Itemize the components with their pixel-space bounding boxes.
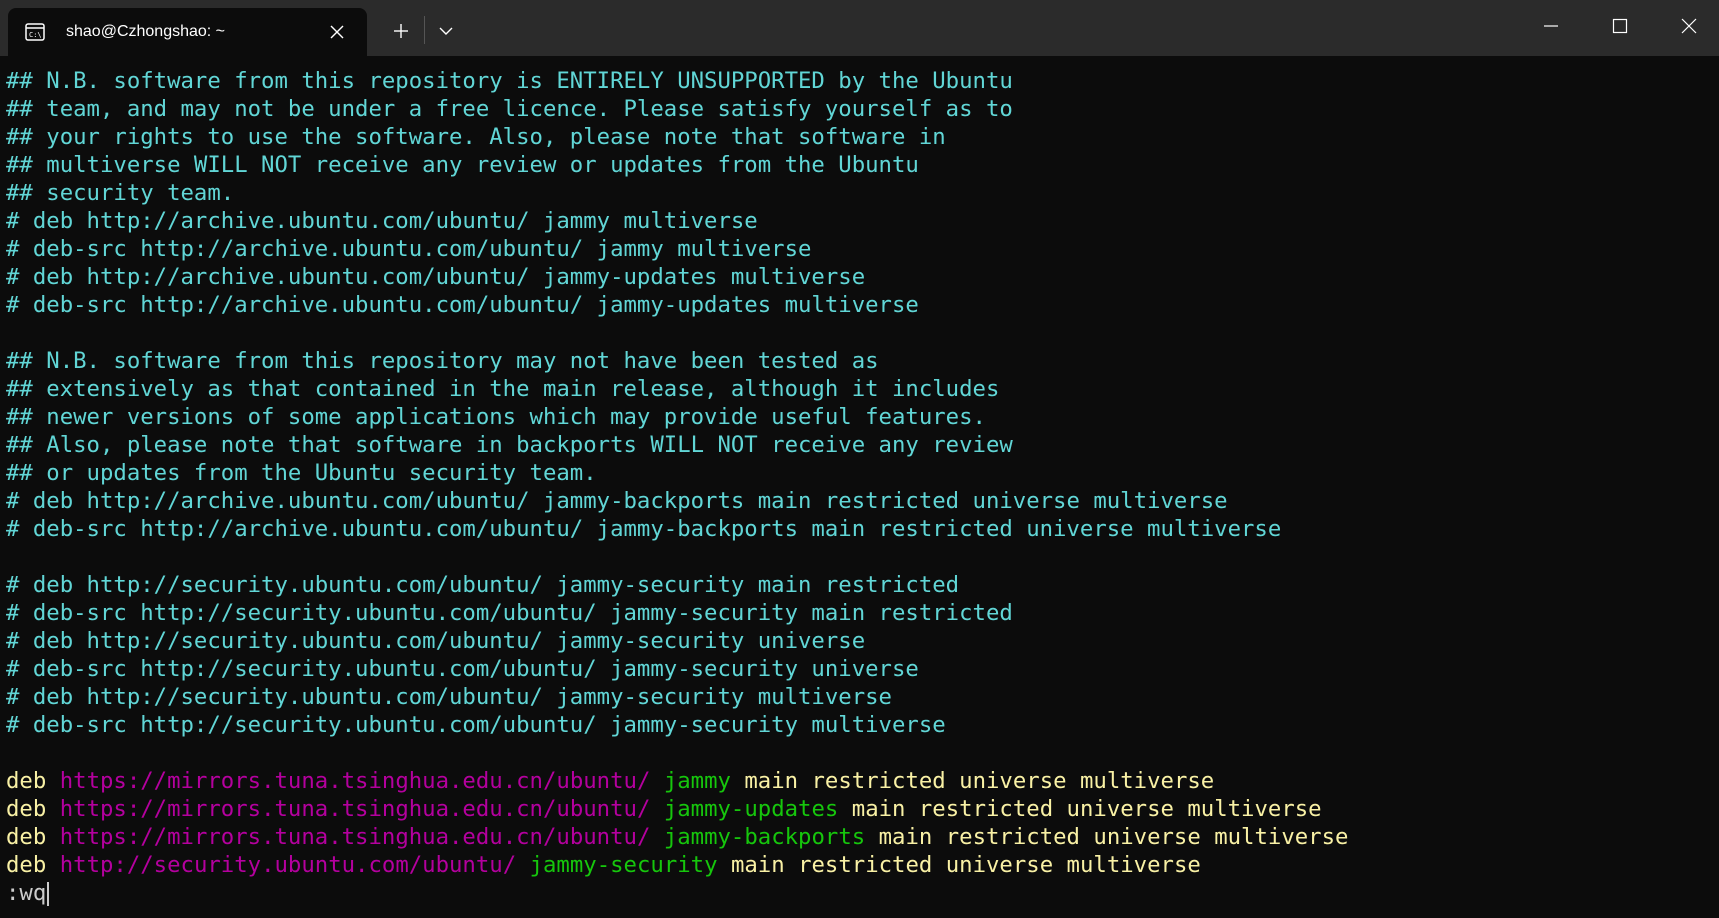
chevron-down-icon <box>439 27 453 35</box>
source-url: https://mirrors.tuna.tsinghua.edu.cn/ubu… <box>59 768 651 794</box>
source-url: http://security.ubuntu.com/ubuntu/ <box>59 852 517 878</box>
comment-line: ## your rights to use the software. Also… <box>6 124 946 150</box>
new-tab-button[interactable] <box>381 12 421 50</box>
maximize-icon <box>1612 18 1628 34</box>
command-text: :wq <box>6 880 47 906</box>
source-dist: jammy-security <box>529 852 718 878</box>
tab-title: shao@Czhongshao: ~ <box>66 23 226 40</box>
terminal-icon: C:\ <box>24 21 46 43</box>
close-tab-button[interactable] <box>325 20 349 44</box>
comment-line: # deb http://archive.ubuntu.com/ubuntu/ … <box>6 488 1228 514</box>
close-window-button[interactable] <box>1655 0 1719 52</box>
source-type: deb <box>6 796 47 822</box>
maximize-button[interactable] <box>1586 0 1654 52</box>
comment-line: ## or updates from the Ubuntu security t… <box>6 460 597 486</box>
source-type: deb <box>6 824 47 850</box>
minimize-button[interactable] <box>1517 0 1585 52</box>
comment-line: ## Also, please note that software in ba… <box>6 432 1013 458</box>
comment-line: # deb http://security.ubuntu.com/ubuntu/… <box>6 684 892 710</box>
comment-line: # deb http://archive.ubuntu.com/ubuntu/ … <box>6 264 866 290</box>
comment-line: # deb-src http://archive.ubuntu.com/ubun… <box>6 292 919 318</box>
comment-line: # deb-src http://archive.ubuntu.com/ubun… <box>6 516 1282 542</box>
source-line: deb http://security.ubuntu.com/ubuntu/ j… <box>6 851 1348 879</box>
title-bar: C:\ shao@Czhongshao: ~ <box>0 0 1719 56</box>
source-components: main restricted universe multiverse <box>730 852 1201 878</box>
source-url: https://mirrors.tuna.tsinghua.edu.cn/ubu… <box>59 824 651 850</box>
source-dist: jammy <box>663 768 731 794</box>
source-components: main restricted universe multiverse <box>878 824 1349 850</box>
command-line[interactable]: :wq <box>6 879 1348 907</box>
comment-line: ## multiverse WILL NOT receive any revie… <box>6 152 919 178</box>
plus-icon <box>394 24 408 38</box>
source-components: main restricted universe multiverse <box>744 768 1215 794</box>
source-dist: jammy-backports <box>663 824 866 850</box>
comment-line: ## N.B. software from this repository is… <box>6 68 1013 94</box>
svg-text:C:\: C:\ <box>29 31 42 39</box>
source-line: deb https://mirrors.tuna.tsinghua.edu.cn… <box>6 795 1348 823</box>
comment-line: ## extensively as that contained in the … <box>6 376 1000 402</box>
comment-line: # deb http://security.ubuntu.com/ubuntu/… <box>6 572 960 598</box>
close-icon <box>330 25 344 39</box>
comment-line: ## team, and may not be under a free lic… <box>6 96 1013 122</box>
minimize-icon <box>1544 25 1558 27</box>
comment-line: # deb http://archive.ubuntu.com/ubuntu/ … <box>6 208 758 234</box>
source-type: deb <box>6 768 47 794</box>
comment-line: # deb-src http://security.ubuntu.com/ubu… <box>6 600 1013 626</box>
text-cursor <box>47 881 50 906</box>
comment-line: ## security team. <box>6 180 235 206</box>
comment-line: ## N.B. software from this repository ma… <box>6 348 879 374</box>
source-type: deb <box>6 852 47 878</box>
source-components: main restricted universe multiverse <box>851 796 1322 822</box>
comment-line: # deb http://security.ubuntu.com/ubuntu/… <box>6 628 866 654</box>
comment-line: ## newer versions of some applications w… <box>6 404 986 430</box>
comment-line: # deb-src http://archive.ubuntu.com/ubun… <box>6 236 812 262</box>
toolbar-separator <box>424 16 425 44</box>
comment-line: # deb-src http://security.ubuntu.com/ubu… <box>6 712 946 738</box>
terminal-output[interactable]: ## N.B. software from this repository is… <box>0 56 1719 918</box>
source-line: deb https://mirrors.tuna.tsinghua.edu.cn… <box>6 823 1348 851</box>
tab-dropdown-button[interactable] <box>426 12 466 50</box>
close-icon <box>1681 18 1697 34</box>
comment-line: # deb-src http://security.ubuntu.com/ubu… <box>6 656 919 682</box>
source-url: https://mirrors.tuna.tsinghua.edu.cn/ubu… <box>59 796 651 822</box>
source-dist: jammy-updates <box>663 796 839 822</box>
terminal-tab[interactable]: C:\ shao@Czhongshao: ~ <box>8 8 367 56</box>
source-line: deb https://mirrors.tuna.tsinghua.edu.cn… <box>6 767 1348 795</box>
